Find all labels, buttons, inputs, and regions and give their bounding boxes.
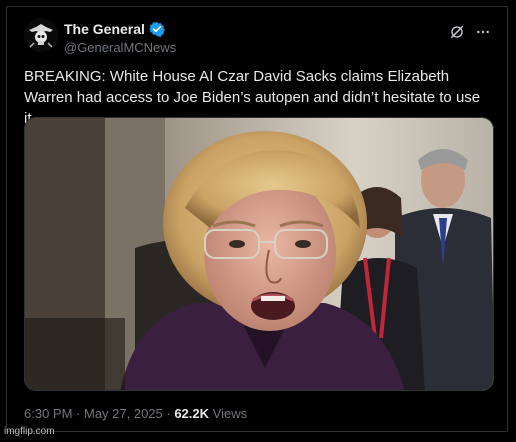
tweet-photo[interactable] [24, 117, 494, 391]
photo-image [25, 118, 493, 390]
verified-badge-icon [148, 22, 165, 37]
tweet-header: The General @GeneralMCNews [24, 18, 495, 58]
tweet-date[interactable]: May 27, 2025 [84, 406, 163, 421]
meta-separator: · [72, 406, 84, 421]
author-display-name[interactable]: The General [64, 21, 145, 37]
skull-emblem-icon [24, 18, 58, 52]
grok-icon[interactable] [449, 24, 465, 40]
author-handle[interactable]: @GeneralMCNews [64, 40, 176, 55]
tweet-card: The General @GeneralMCNews BREAKING: Whi… [6, 6, 508, 432]
author-name-row: The General [64, 20, 165, 38]
avatar[interactable] [24, 18, 58, 52]
tweet-meta: 6:30 PM · May 27, 2025 · 62.2K Views [24, 406, 247, 421]
meta-separator: · [162, 406, 175, 421]
views-label: Views [209, 406, 248, 421]
more-icon[interactable] [475, 24, 491, 40]
views-count[interactable]: 62.2K [174, 406, 209, 421]
tweet-time[interactable]: 6:30 PM [24, 406, 72, 421]
imgflip-watermark: imgflip.com [4, 426, 55, 437]
